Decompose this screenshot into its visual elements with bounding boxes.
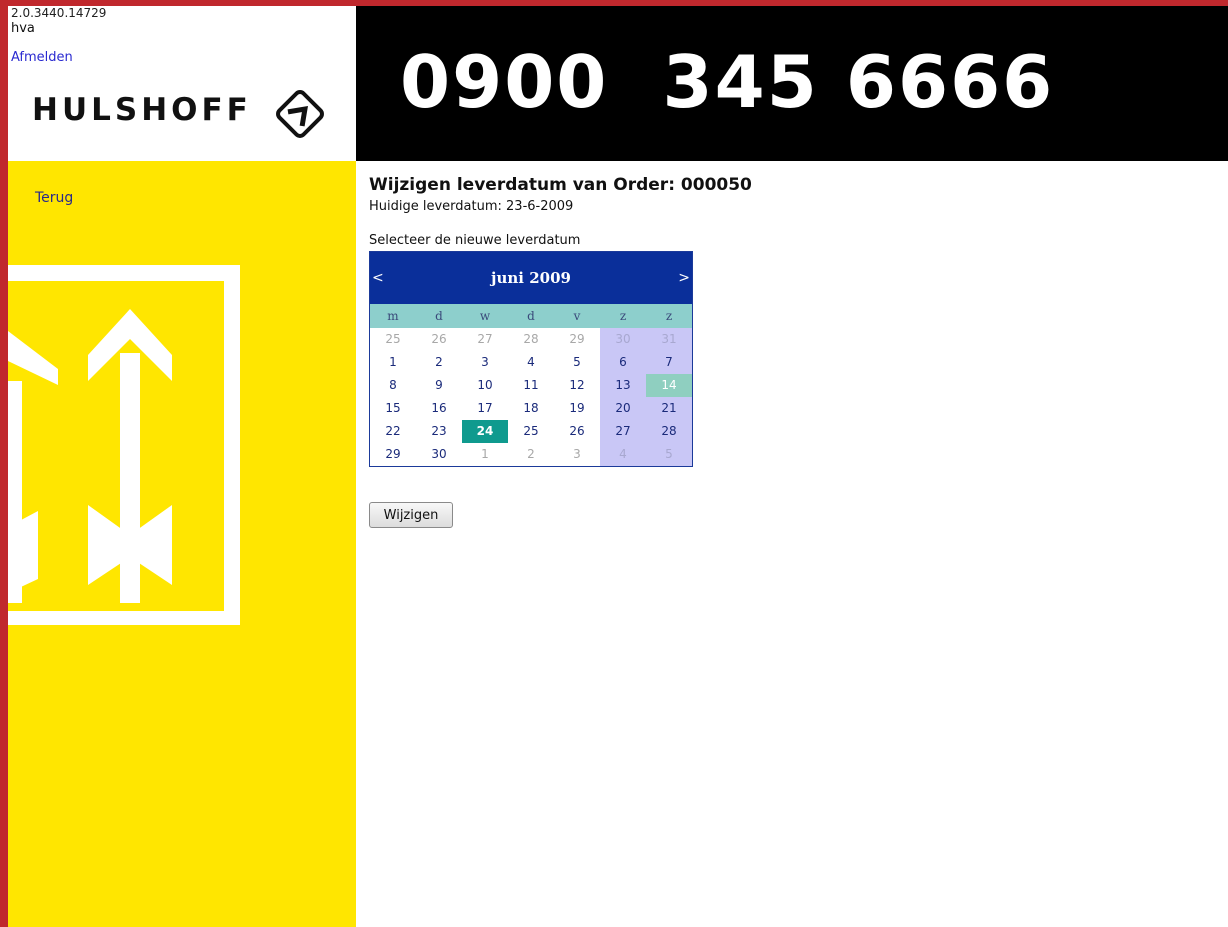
weekday-header: d xyxy=(416,304,462,328)
calendar-day[interactable]: 25 xyxy=(508,420,554,443)
calendar-day[interactable]: 4 xyxy=(600,443,646,466)
next-month-button[interactable]: > xyxy=(678,270,690,286)
calendar-header: < juni 2009 > xyxy=(370,252,692,304)
calendar-month-title: juni 2009 xyxy=(491,269,571,287)
calendar-day[interactable]: 26 xyxy=(416,328,462,351)
calendar-day[interactable]: 4 xyxy=(508,351,554,374)
calendar-day[interactable]: 16 xyxy=(416,397,462,420)
frame-left-border xyxy=(0,0,8,927)
weekday-header: w xyxy=(462,304,508,328)
calendar-day[interactable]: 28 xyxy=(646,420,692,443)
calendar-day[interactable]: 18 xyxy=(508,397,554,420)
header-banner: 0900 345 6666 xyxy=(356,6,1228,161)
date-picker-calendar: < juni 2009 > m d w d v z z 25 26 27 28 29 30 31 1 2 3 4 5… xyxy=(369,251,693,467)
weekday-header: d xyxy=(508,304,554,328)
calendar-day[interactable]: 15 xyxy=(370,397,416,420)
calendar-day[interactable]: 22 xyxy=(370,420,416,443)
calendar-day[interactable]: 3 xyxy=(554,443,600,466)
calendar-day[interactable]: 29 xyxy=(554,328,600,351)
username-label: hva xyxy=(11,21,35,36)
calendar-day[interactable]: 2 xyxy=(416,351,462,374)
calendar-grid: m d w d v z z 25 26 27 28 29 30 31 1 2 3 4 5 6 7 8 9 10 11 12 13 14… xyxy=(370,304,692,466)
weekday-header: m xyxy=(370,304,416,328)
calendar-day[interactable]: 26 xyxy=(554,420,600,443)
calendar-day[interactable]: 1 xyxy=(370,351,416,374)
select-date-label: Selecteer de nieuwe leverdatum xyxy=(369,233,581,248)
calendar-day[interactable]: 23 xyxy=(416,420,462,443)
weekday-header: z xyxy=(646,304,692,328)
calendar-day[interactable]: 19 xyxy=(554,397,600,420)
change-date-button[interactable]: Wijzigen xyxy=(369,502,453,528)
page-title: Wijzigen leverdatum van Order: 000050 xyxy=(369,175,752,195)
calendar-day-today[interactable]: 14 xyxy=(646,374,692,397)
calendar-day[interactable]: 6 xyxy=(600,351,646,374)
calendar-day-selected[interactable]: 24 xyxy=(462,420,508,443)
calendar-day[interactable]: 17 xyxy=(462,397,508,420)
double-arrow-icon xyxy=(8,265,240,625)
current-delivery-date: Huidige leverdatum: 23-6-2009 xyxy=(369,199,574,214)
calendar-day[interactable]: 5 xyxy=(554,351,600,374)
calendar-day[interactable]: 31 xyxy=(646,328,692,351)
calendar-day[interactable]: 12 xyxy=(554,374,600,397)
weekday-header: z xyxy=(600,304,646,328)
calendar-day[interactable]: 30 xyxy=(416,443,462,466)
calendar-day[interactable]: 29 xyxy=(370,443,416,466)
back-link[interactable]: Terug xyxy=(35,190,73,206)
calendar-day[interactable]: 3 xyxy=(462,351,508,374)
calendar-day[interactable]: 27 xyxy=(600,420,646,443)
logo-area: 2.0.3440.14729 hva Afmelden HULSHOFF xyxy=(8,6,356,161)
calendar-day[interactable]: 13 xyxy=(600,374,646,397)
calendar-day[interactable]: 10 xyxy=(462,374,508,397)
calendar-day[interactable]: 20 xyxy=(600,397,646,420)
brand-name: HULSHOFF xyxy=(32,92,252,128)
hulshoff-logo-icon xyxy=(276,90,324,138)
calendar-day[interactable]: 25 xyxy=(370,328,416,351)
weekday-header: v xyxy=(554,304,600,328)
calendar-day[interactable]: 11 xyxy=(508,374,554,397)
sidebar: Terug xyxy=(8,161,356,927)
calendar-day[interactable]: 9 xyxy=(416,374,462,397)
calendar-day[interactable]: 2 xyxy=(508,443,554,466)
calendar-day[interactable]: 27 xyxy=(462,328,508,351)
version-label: 2.0.3440.14729 xyxy=(11,6,107,20)
calendar-day[interactable]: 21 xyxy=(646,397,692,420)
calendar-day[interactable]: 8 xyxy=(370,374,416,397)
calendar-day[interactable]: 1 xyxy=(462,443,508,466)
calendar-day[interactable]: 28 xyxy=(508,328,554,351)
calendar-day[interactable]: 30 xyxy=(600,328,646,351)
calendar-day[interactable]: 7 xyxy=(646,351,692,374)
phone-number: 0900 345 6666 xyxy=(400,40,1055,124)
logout-link[interactable]: Afmelden xyxy=(11,50,73,66)
calendar-day[interactable]: 5 xyxy=(646,443,692,466)
